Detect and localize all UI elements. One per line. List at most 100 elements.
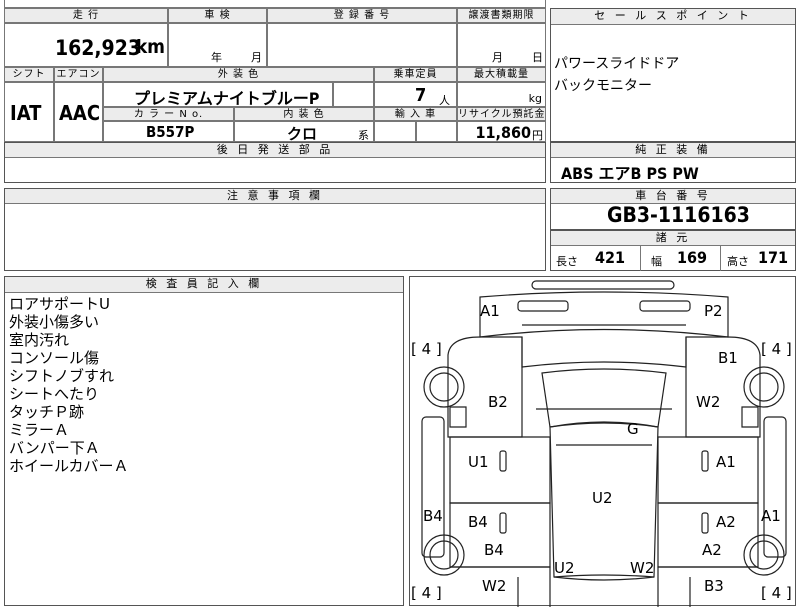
interior-color-header: 内 装 色 [234,107,374,121]
chassis-number: GB3-1116163 [607,203,750,227]
damage-mark-b2: B2 [488,393,508,411]
damage-mark-w2-right: W2 [696,393,721,411]
parts-header: 後 日 発 送 部 品 [5,143,545,158]
remark-line: 室内汚れ [9,331,70,349]
interior-color-value: クロ [287,125,318,143]
damage-mark-a1-door: A1 [716,453,736,471]
damage-mark-a2-door: A2 [716,513,736,531]
height-value: 171 [758,248,789,267]
damage-mark-u2-roof: U2 [592,489,613,507]
sales-point-section: セ ー ル ス ポ イ ン ト パワースライドドア バックモニター [550,8,796,142]
car-damage-diagram: [ 4 ] [ 4 ] [ 4 ] [ 4 ] A1 P2 B1 B2 W2 G… [409,276,796,607]
capacity-value: 7 [415,85,427,106]
inspector-remarks-section: 検 査 員 記 入 欄 ロアサポートU 外装小傷多い 室内汚れ コンソール傷 シ… [4,276,404,606]
notes-header: 注 意 事 項 欄 [5,189,545,204]
shift-value: IAT [10,101,42,125]
max-load-cell: kg [457,82,546,107]
mileage-unit: km [135,36,165,58]
damage-mark-front-right: P2 [704,302,723,320]
height-cell: 高さ 171 [721,246,795,271]
width-label: 幅 [651,255,662,268]
inspector-remarks-header: 検 査 員 記 入 欄 [5,277,403,293]
import-cell-1 [374,121,416,142]
year-label: 年 [211,51,222,64]
recycle-unit: 円 [532,129,543,142]
color-no-header: カ ラ ー N o. [103,107,234,121]
damage-mark-b4-side: B4 [423,507,443,525]
exterior-color-header: 外 装 色 [103,67,374,82]
exterior-color-value: プレミアムナイトブルーP [134,89,320,108]
tire-front-right-label: [ 4 ] [761,340,792,358]
parts-section: 後 日 発 送 部 品 [4,142,546,183]
inspection-cell: 年 月 [168,23,267,67]
damage-mark-w2-left: W2 [482,577,507,595]
ac-value: AAC [59,101,101,125]
chassis-header: 車 台 番 号 [551,189,795,204]
damage-mark-b4-door: B4 [468,513,488,531]
width-value: 169 [677,248,708,267]
length-cell: 長さ 421 [551,246,641,271]
registration-cell [267,23,457,67]
length-label: 長さ [556,255,578,268]
exterior-color-extra-cell [333,82,374,107]
notes-section: 注 意 事 項 欄 [4,188,546,271]
damage-mark-a1-side: A1 [761,507,781,525]
damage-mark-b4-rear: B4 [484,541,504,559]
transfer-month-label: 月 [492,51,503,64]
specs-header: 諸 元 [551,231,795,246]
max-load-header: 最大積載量 [457,67,546,82]
remark-line: コンソール傷 [9,349,100,367]
damage-mark-u1: U1 [468,453,489,471]
vehicle-info-table: 走 行 車 検 登 録 番 号 譲渡書類期限 162,923 km 年 月 月 … [4,8,546,143]
sales-point-line-2: バックモニター [554,78,652,94]
shift-header: シフト [4,67,54,82]
remark-line: シートへたり [9,385,100,403]
damage-mark-a2-rear: A2 [702,541,722,559]
shift-cell: IAT [4,82,54,142]
top-cut-row [4,0,546,8]
remarks-list: ロアサポートU 外装小傷多い 室内汚れ コンソール傷 シフトノブすれ シートへた… [9,295,399,475]
sales-point-header: セ ー ル ス ポ イ ン ト [551,9,795,25]
remark-line: ホイールカバーＡ [9,457,129,475]
remark-line: バンパー下Ａ [9,439,100,457]
exterior-color-cell: プレミアムナイトブルーP [103,82,333,108]
remark-line: ミラーＡ [9,421,70,439]
genuine-equipment-value: ABS エアB PS PW [561,164,699,183]
genuine-equipment-section: 純 正 装 備 ABS エアB PS PW [550,142,796,183]
remark-line: ロアサポートU [9,295,110,313]
color-no-cell: B557P [103,121,234,142]
max-load-unit: kg [528,92,542,105]
transfer-day-label: 日 [532,51,543,64]
width-cell: 幅 169 [641,246,721,271]
ac-header: エアコン [54,67,103,82]
remark-line: シフトノブすれ [9,367,115,385]
capacity-cell: 7 人 [374,82,457,107]
height-label: 高さ [727,255,749,268]
tire-front-left-label: [ 4 ] [411,340,442,358]
damage-mark-u2-rear: U2 [554,559,575,577]
interior-color-cell: クロ 系 [234,121,374,143]
interior-color-suffix: 系 [358,129,369,142]
registration-header: 登 録 番 号 [267,8,457,23]
recycle-cell: 11,860 円 [457,121,546,142]
mileage-value: 162,923 [54,36,141,60]
remark-line: 外装小傷多い [9,313,100,331]
specs-section: 諸 元 長さ 421 幅 169 高さ 171 [550,230,796,271]
chassis-section: 車 台 番 号 GB3-1116163 [550,188,796,230]
length-value: 421 [595,248,626,267]
tire-rear-left-label: [ 4 ] [411,584,442,602]
sales-point-line-1: パワースライドドア [554,56,680,72]
recycle-header: リサイクル預託金 [457,107,546,121]
car-outline-svg [421,280,787,607]
month-label: 月 [251,51,262,64]
damage-mark-b3: B3 [704,577,724,595]
damage-mark-front-left: A1 [480,302,500,320]
color-no-value: B557P [146,123,195,141]
import-header: 輸 入 車 [374,107,457,121]
import-cell-2 [416,121,457,142]
recycle-value: 11,860 [475,123,531,142]
damage-mark-g: G [627,420,639,438]
inspection-header: 車 検 [168,8,267,23]
mileage-header: 走 行 [4,8,168,23]
damage-mark-b1: B1 [718,349,738,367]
